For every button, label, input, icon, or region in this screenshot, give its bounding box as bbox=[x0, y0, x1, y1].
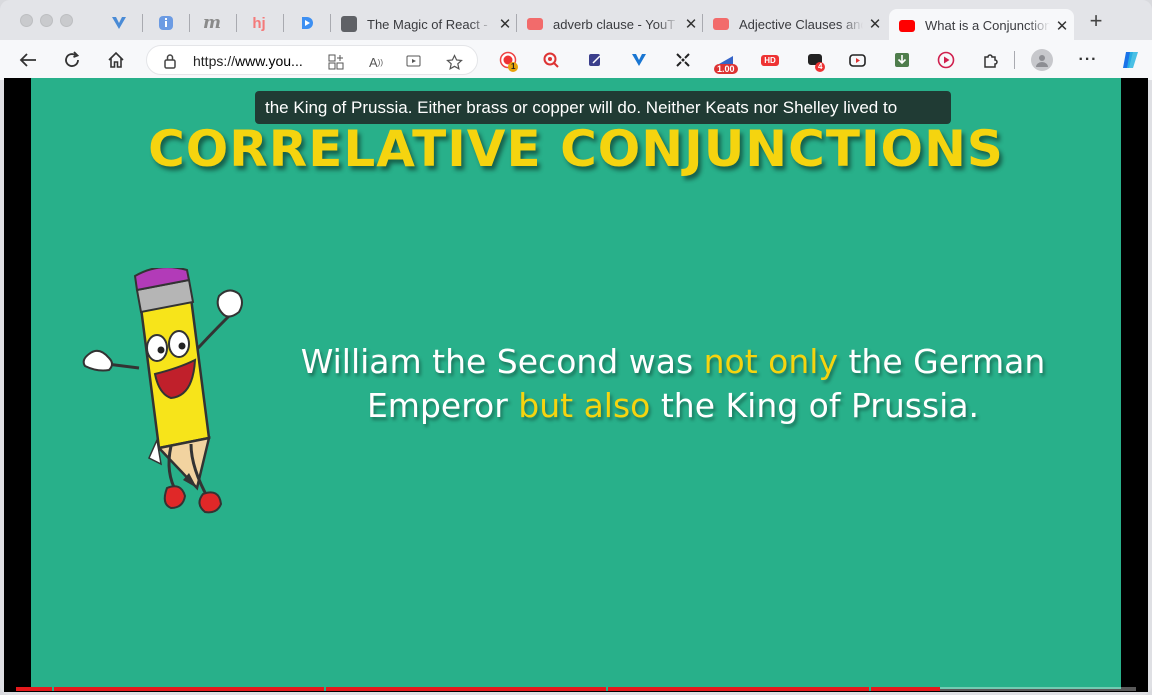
example-sentence: William the Second was not only the Germ… bbox=[263, 340, 1083, 428]
lock-icon[interactable] bbox=[163, 53, 177, 74]
copilot-button[interactable] bbox=[1119, 48, 1143, 72]
tab-separator bbox=[283, 14, 284, 32]
recorder-badge: 1 bbox=[508, 62, 519, 72]
tab-what-is-a-conjunction[interactable]: What is a Conjunction ✕ bbox=[889, 9, 1074, 42]
external-link-icon bbox=[341, 16, 357, 32]
favorite-star-icon[interactable] bbox=[445, 53, 463, 71]
cross-arrows-icon bbox=[676, 53, 690, 67]
pen-note-icon bbox=[589, 54, 601, 66]
browser-toolbar: https://www.you... A)) 1 1.00 HD 4 ··· bbox=[0, 40, 1152, 80]
chapter-marker bbox=[52, 687, 54, 691]
media-control-icon[interactable] bbox=[405, 53, 423, 71]
puzzle-icon bbox=[984, 54, 998, 68]
tab-close-button[interactable]: ✕ bbox=[493, 15, 517, 33]
pinned-tab-hotjar[interactable]: hj bbox=[248, 12, 270, 34]
maximize-window-button[interactable] bbox=[60, 14, 73, 27]
url-host: www.you... bbox=[235, 53, 303, 69]
home-button[interactable] bbox=[104, 48, 128, 72]
reload-button[interactable] bbox=[60, 48, 84, 72]
avatar-icon bbox=[1036, 55, 1048, 67]
tab-strip: m hj The Magic of React - ✕ adverb claus… bbox=[0, 0, 1152, 42]
tab-close-button[interactable]: ✕ bbox=[1050, 17, 1074, 35]
extension-notes[interactable] bbox=[585, 50, 605, 70]
tv-icon bbox=[849, 54, 866, 67]
chapter-marker bbox=[606, 687, 608, 691]
speed-badge: 1.00 bbox=[714, 64, 738, 74]
d-icon bbox=[302, 17, 313, 29]
tab-close-button[interactable]: ✕ bbox=[679, 15, 703, 33]
pinned-tab-d[interactable] bbox=[296, 12, 318, 34]
back-button[interactable] bbox=[16, 48, 40, 72]
minimize-window-button[interactable] bbox=[40, 14, 53, 27]
extension-playback-speed[interactable]: 1.00 bbox=[714, 50, 738, 74]
arrow-left-icon bbox=[19, 53, 36, 67]
vuetify-icon bbox=[112, 17, 126, 29]
chapter-marker bbox=[869, 687, 871, 691]
pinned-tab-medium[interactable]: m bbox=[201, 12, 223, 34]
more-menu-button[interactable]: ··· bbox=[1078, 50, 1098, 70]
video-frame[interactable]: the King of Prussia. Either brass or cop… bbox=[31, 78, 1121, 689]
pinned-tab-info[interactable] bbox=[155, 12, 177, 34]
hotjar-icon: hj bbox=[252, 14, 266, 32]
chapter-marker bbox=[324, 687, 326, 691]
youtube-icon bbox=[899, 19, 915, 32]
extensions-button[interactable] bbox=[981, 50, 1001, 70]
notification-badge: 4 bbox=[815, 62, 826, 72]
browser-window: m hj The Magic of React - ✕ adverb claus… bbox=[0, 0, 1152, 695]
play-circle-icon bbox=[937, 51, 955, 69]
extension-search-zoom[interactable] bbox=[541, 50, 561, 70]
vuetify-icon bbox=[632, 54, 646, 66]
close-window-button[interactable] bbox=[20, 14, 33, 27]
extension-recorder[interactable]: 1 bbox=[498, 50, 519, 72]
extension-video-tool[interactable] bbox=[848, 50, 868, 70]
reload-icon bbox=[65, 51, 80, 67]
apps-icon[interactable] bbox=[327, 53, 345, 71]
info-icon bbox=[159, 16, 173, 30]
sentence-text: William the Second was bbox=[300, 342, 704, 381]
download-icon bbox=[895, 53, 909, 67]
youtube-icon bbox=[527, 18, 543, 30]
extension-downloader[interactable] bbox=[892, 50, 912, 70]
tab-separator bbox=[236, 14, 237, 32]
read-aloud-icon[interactable]: A)) bbox=[367, 53, 385, 71]
sentence-highlight: not only bbox=[703, 342, 838, 381]
home-icon bbox=[108, 51, 124, 68]
video-progress-bar[interactable] bbox=[16, 687, 1136, 691]
toolbar-separator bbox=[1014, 51, 1015, 69]
sentence-highlight: but also bbox=[518, 386, 651, 425]
extension-youtube-tool[interactable] bbox=[936, 50, 956, 70]
address-bar[interactable]: https://www.you... A)) bbox=[146, 45, 478, 75]
extension-vuetify[interactable] bbox=[629, 50, 649, 70]
youtube-icon bbox=[713, 18, 729, 30]
extension-notifications[interactable]: 4 bbox=[805, 50, 826, 72]
tab-close-button[interactable]: ✕ bbox=[863, 15, 887, 33]
pencil-mascot-image bbox=[82, 268, 243, 514]
video-player[interactable]: the King of Prussia. Either brass or cop… bbox=[4, 78, 1148, 692]
medium-icon: m bbox=[203, 13, 221, 33]
magnifier-icon bbox=[543, 52, 559, 68]
pinned-tab-vuetify[interactable] bbox=[108, 12, 130, 34]
extension-hd[interactable]: HD bbox=[760, 50, 780, 70]
progress-played bbox=[16, 687, 940, 691]
extension-grid[interactable] bbox=[673, 50, 693, 70]
tab-separator bbox=[189, 14, 190, 32]
lesson-heading: CORRELATIVE CONJUNCTIONS bbox=[148, 120, 1004, 178]
tab-adverb-clause[interactable]: adverb clause - YouT ✕ bbox=[517, 9, 703, 39]
tab-magic-of-react[interactable]: The Magic of React - ✕ bbox=[331, 9, 517, 39]
url-scheme: https:// bbox=[193, 53, 236, 69]
copilot-icon bbox=[1123, 52, 1138, 68]
profile-avatar[interactable] bbox=[1031, 49, 1053, 71]
new-tab-button[interactable]: + bbox=[1084, 10, 1108, 34]
more-dots-icon: ··· bbox=[1078, 51, 1098, 68]
tab-separator bbox=[142, 14, 143, 32]
hd-icon: HD bbox=[761, 54, 779, 66]
url-text[interactable]: https://www.you... bbox=[193, 53, 303, 69]
tab-adjective-clauses[interactable]: Adjective Clauses and ✕ bbox=[703, 9, 887, 39]
sentence-text: the King of Prussia. bbox=[650, 386, 980, 425]
